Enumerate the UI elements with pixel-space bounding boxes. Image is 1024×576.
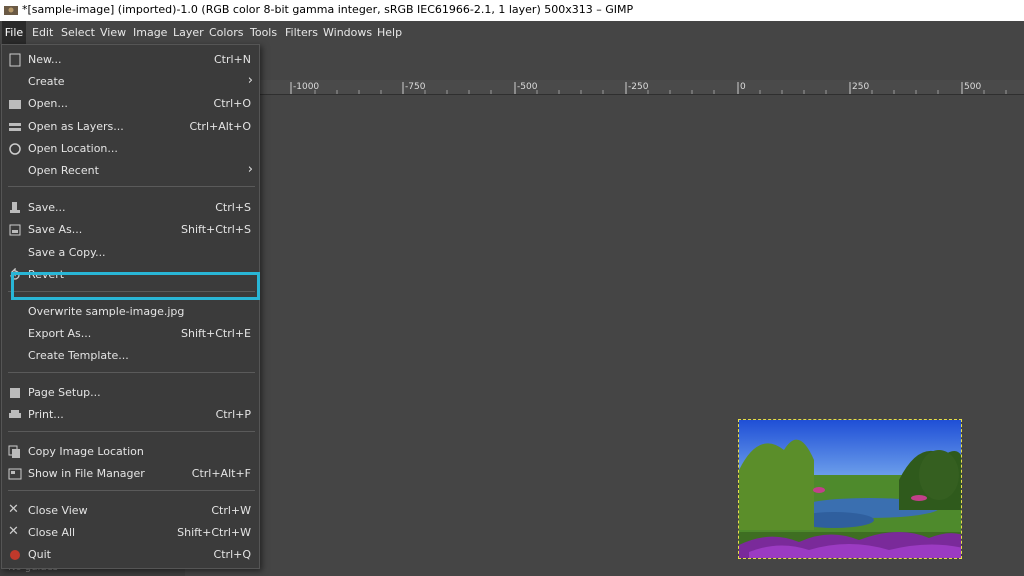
menu-shortcut: Ctrl+W xyxy=(211,504,251,517)
menu-label: Open Location... xyxy=(28,142,118,155)
ruler-label: -750 xyxy=(405,82,426,92)
ruler-label: 250 xyxy=(852,82,870,92)
menu-label: Copy Image Location xyxy=(28,445,144,458)
menu-item-open[interactable]: Open... Ctrl+O xyxy=(2,93,259,115)
menu-separator xyxy=(8,186,255,187)
menu-item-open-location[interactable]: Open Location... xyxy=(2,138,259,160)
menu-item-show-in-file-manager[interactable]: Show in File Manager Ctrl+Alt+F xyxy=(2,463,259,485)
menu-shortcut: Shift+Ctrl+W xyxy=(177,526,251,539)
menu-item-close-view[interactable]: ✕ Close View Ctrl+W xyxy=(2,500,259,522)
menu-tools[interactable]: Tools xyxy=(250,21,277,44)
menu-item-open-as-layers[interactable]: Open as Layers... Ctrl+Alt+O xyxy=(2,116,259,138)
menu-windows[interactable]: Windows xyxy=(323,21,372,44)
menu-item-new[interactable]: New... Ctrl+N xyxy=(2,49,259,71)
page-setup-icon xyxy=(10,388,20,398)
menu-item-quit[interactable]: Quit Ctrl+Q xyxy=(2,544,259,566)
menu-item-print[interactable]: Print... Ctrl+P xyxy=(2,404,259,426)
save-icon xyxy=(10,202,20,213)
menu-label: Overwrite sample-image.jpg xyxy=(28,305,185,318)
menu-label: Print... xyxy=(28,408,64,421)
menu-item-create-template[interactable]: Create Template... xyxy=(2,345,259,367)
ruler-label: -250 xyxy=(628,82,649,92)
menu-item-save-as[interactable]: Save As... Shift+Ctrl+S xyxy=(2,219,259,241)
menu-item-page-setup[interactable]: Page Setup... xyxy=(2,382,259,404)
file-menu: New... Ctrl+N Create › Open... Ctrl+O Op… xyxy=(1,44,260,569)
menu-help[interactable]: Help xyxy=(377,21,402,44)
menu-file[interactable]: File xyxy=(2,21,26,44)
menu-shortcut: Ctrl+Q xyxy=(213,548,251,561)
menu-label: Create xyxy=(28,75,65,88)
menu-item-close-all[interactable]: ✕ Close All Shift+Ctrl+W xyxy=(2,522,259,544)
new-image-icon xyxy=(9,53,21,67)
export-as-highlight xyxy=(11,272,260,300)
menu-item-copy-image-location[interactable]: Copy Image Location xyxy=(2,441,259,463)
menu-label: Close All xyxy=(28,526,76,539)
menu-label: Export As... xyxy=(28,327,92,340)
window-title: *[sample-image] (imported)-1.0 (RGB colo… xyxy=(22,3,634,16)
landscape-image xyxy=(739,420,961,558)
ruler-label: 0 xyxy=(740,82,746,92)
menu-layer[interactable]: Layer xyxy=(173,21,204,44)
close-icon: ✕ xyxy=(8,502,19,517)
chevron-right-icon: › xyxy=(247,73,253,88)
print-icon xyxy=(9,410,21,418)
horizontal-ruler[interactable]: -1000 -750 -500 -250 0 250 500 xyxy=(185,80,1024,95)
menu-shortcut: Ctrl+Alt+F xyxy=(191,467,251,480)
menu-item-open-recent[interactable]: Open Recent › xyxy=(2,160,259,182)
open-layers-icon xyxy=(9,123,21,131)
menu-label: Create Template... xyxy=(28,349,129,362)
menu-edit[interactable]: Edit xyxy=(32,21,53,44)
menu-select[interactable]: Select xyxy=(61,21,95,44)
menu-item-save[interactable]: Save... Ctrl+S xyxy=(2,197,259,219)
open-icon xyxy=(9,100,21,109)
ruler-label: -500 xyxy=(517,82,538,92)
menu-shortcut: Ctrl+N xyxy=(213,53,251,66)
menu-item-overwrite[interactable]: Overwrite sample-image.jpg xyxy=(2,301,259,323)
menu-shortcut: Ctrl+Alt+O xyxy=(189,120,251,133)
ruler-label: -1000 xyxy=(293,82,320,92)
menu-shortcut: Ctrl+P xyxy=(215,408,251,421)
menu-label: Page Setup... xyxy=(28,386,101,399)
menu-item-export-as[interactable]: Export As... Shift+Ctrl+E xyxy=(2,323,259,345)
file-manager-icon xyxy=(8,468,22,480)
menu-label: New... xyxy=(28,53,62,66)
menu-separator xyxy=(8,372,255,373)
image-canvas[interactable] xyxy=(738,419,962,559)
menu-label: Open... xyxy=(28,97,68,110)
title-bar: *[sample-image] (imported)-1.0 (RGB colo… xyxy=(0,0,1024,21)
menu-filters[interactable]: Filters xyxy=(285,21,318,44)
menu-shortcut: Shift+Ctrl+E xyxy=(181,327,251,340)
menu-label: Show in File Manager xyxy=(28,467,145,480)
copy-icon xyxy=(8,445,20,458)
menu-label: Open as Layers... xyxy=(28,120,124,133)
menu-item-save-a-copy[interactable]: Save a Copy... xyxy=(2,242,259,264)
menu-colors[interactable]: Colors xyxy=(209,21,243,44)
menu-label: Save As... xyxy=(28,223,83,236)
save-as-icon xyxy=(9,224,21,236)
quit-icon xyxy=(10,550,20,560)
gimp-app-icon xyxy=(4,6,18,15)
menu-shortcut: Ctrl+S xyxy=(215,201,251,214)
menu-label: Close View xyxy=(28,504,88,517)
menubar: File Edit Select View Image Layer Colors… xyxy=(0,21,1024,44)
menu-separator xyxy=(8,490,255,491)
menu-shortcut: Shift+Ctrl+S xyxy=(181,223,251,236)
menu-label: Save... xyxy=(28,201,66,214)
close-all-icon: ✕ xyxy=(8,524,19,539)
menu-item-create[interactable]: Create › xyxy=(2,71,259,93)
ruler-label: 500 xyxy=(964,82,982,92)
menu-label: Save a Copy... xyxy=(28,246,106,259)
menu-separator xyxy=(8,431,255,432)
menu-view[interactable]: View xyxy=(100,21,126,44)
chevron-right-icon: › xyxy=(247,162,253,177)
globe-icon xyxy=(9,143,21,155)
menu-image[interactable]: Image xyxy=(133,21,167,44)
menu-shortcut: Ctrl+O xyxy=(213,97,251,110)
menu-label: Quit xyxy=(28,548,51,561)
menu-label: Open Recent xyxy=(28,164,99,177)
